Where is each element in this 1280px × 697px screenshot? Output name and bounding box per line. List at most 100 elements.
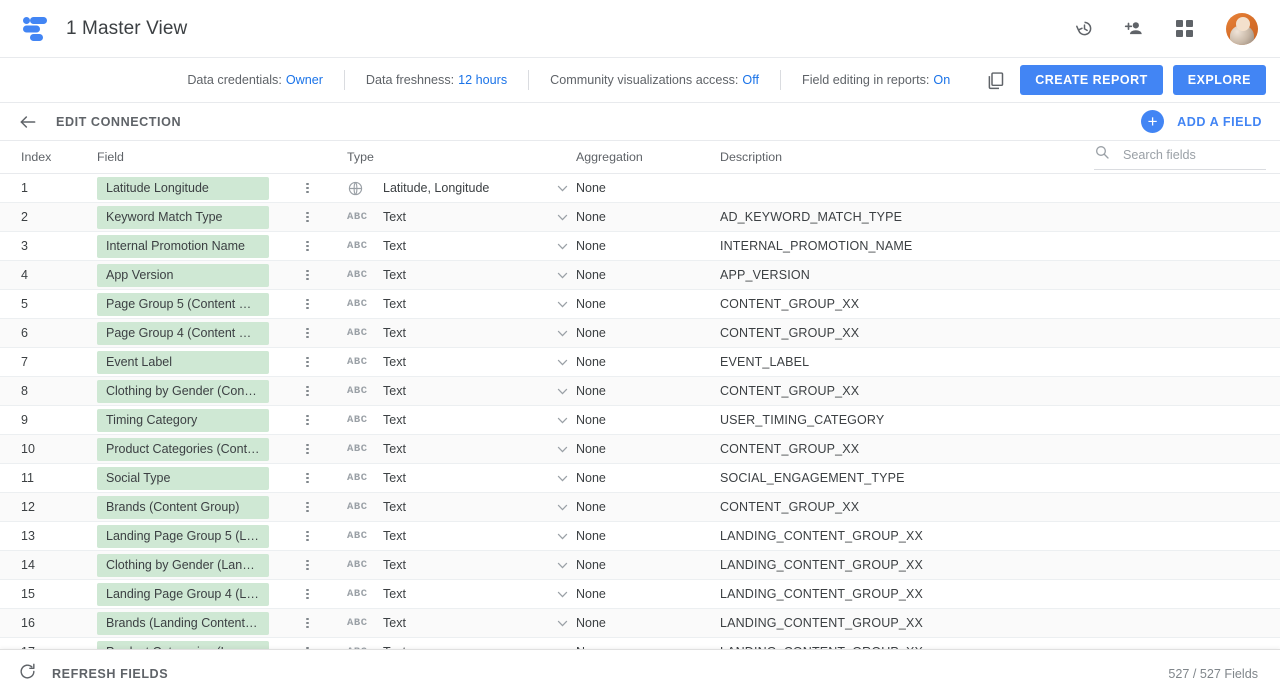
field-name-chip[interactable]: Brands (Content Group) [97, 495, 269, 519]
row-aggregation[interactable]: None [573, 297, 703, 311]
table-row[interactable]: 4 App Version ABC Text None APP_VERSION [0, 261, 1280, 290]
meta-value[interactable]: Owner [286, 73, 323, 87]
row-aggregation[interactable]: None [573, 500, 703, 514]
field-name-chip[interactable]: Latitude Longitude [97, 176, 269, 200]
back-arrow-icon[interactable] [18, 111, 40, 133]
copy-icon[interactable] [985, 70, 1006, 91]
chevron-down-icon[interactable] [551, 359, 573, 366]
meta-value[interactable]: Off [742, 73, 759, 87]
row-menu-icon[interactable] [298, 500, 343, 514]
row-menu-icon[interactable] [298, 384, 343, 398]
chevron-down-icon[interactable] [551, 562, 573, 569]
field-name-chip[interactable]: Keyword Match Type [97, 205, 269, 229]
chevron-down-icon[interactable] [551, 417, 573, 424]
row-menu-icon[interactable] [298, 268, 343, 282]
field-name-chip[interactable]: App Version [97, 263, 269, 287]
add-person-icon[interactable] [1122, 17, 1146, 41]
row-menu-icon[interactable] [298, 587, 343, 601]
chevron-down-icon[interactable] [551, 388, 573, 395]
row-aggregation[interactable]: None [573, 616, 703, 630]
row-menu-icon[interactable] [298, 442, 343, 456]
row-aggregation[interactable]: None [573, 355, 703, 369]
row-menu-icon[interactable] [298, 413, 343, 427]
row-menu-icon[interactable] [298, 239, 343, 253]
fields-table-body[interactable]: 1 Latitude Longitude Latitude, Longitude No… [0, 174, 1280, 649]
row-aggregation[interactable]: None [573, 384, 703, 398]
search-input[interactable] [1121, 146, 1266, 163]
table-row[interactable]: 16 Brands (Landing Content … ABC Text None LA… [0, 609, 1280, 638]
field-name-chip[interactable]: Clothing by Gender (Cont… [97, 379, 269, 403]
user-avatar[interactable] [1226, 12, 1258, 45]
field-name-chip[interactable]: Internal Promotion Name [97, 234, 269, 258]
row-menu-icon[interactable] [298, 181, 343, 195]
row-menu-icon[interactable] [298, 616, 343, 630]
chevron-down-icon[interactable] [551, 504, 573, 511]
row-aggregation[interactable]: None [573, 529, 703, 543]
chevron-down-icon[interactable] [551, 475, 573, 482]
chevron-down-icon[interactable] [551, 533, 573, 540]
field-name-chip[interactable]: Brands (Landing Content … [97, 611, 269, 635]
table-row[interactable]: 10 Product Categories (Cont… ABC Text None CO… [0, 435, 1280, 464]
row-aggregation[interactable]: None [573, 326, 703, 340]
meta-value[interactable]: On [933, 73, 950, 87]
row-aggregation[interactable]: None [573, 587, 703, 601]
field-name-chip[interactable]: Event Label [97, 350, 269, 374]
table-row[interactable]: 14 Clothing by Gender (Landi… ABC Text None L… [0, 551, 1280, 580]
field-name-chip[interactable]: Timing Category [97, 408, 269, 432]
apps-grid-icon[interactable] [1172, 17, 1196, 41]
row-aggregation[interactable]: None [573, 210, 703, 224]
row-aggregation[interactable]: None [573, 558, 703, 572]
table-row[interactable]: 7 Event Label ABC Text None EVENT_LABEL [0, 348, 1280, 377]
row-menu-icon[interactable] [298, 210, 343, 224]
create-report-button[interactable]: CREATE REPORT [1020, 65, 1163, 95]
field-name-chip[interactable]: Landing Page Group 4 (La… [97, 582, 269, 606]
field-name-chip[interactable]: Clothing by Gender (Landi… [97, 553, 269, 577]
search-fields-box[interactable] [1094, 144, 1266, 170]
row-menu-icon[interactable] [298, 297, 343, 311]
row-menu-icon[interactable] [298, 471, 343, 485]
row-menu-icon[interactable] [298, 355, 343, 369]
table-row[interactable]: 3 Internal Promotion Name ABC Text None INTER… [0, 232, 1280, 261]
field-name-chip[interactable]: Landing Page Group 5 (La… [97, 524, 269, 548]
explore-button[interactable]: EXPLORE [1172, 65, 1266, 95]
row-menu-icon[interactable] [298, 529, 343, 543]
table-row[interactable]: 1 Latitude Longitude Latitude, Longitude No… [0, 174, 1280, 203]
row-aggregation[interactable]: None [573, 442, 703, 456]
table-row[interactable]: 17Product Categories (Land…ABCTextNoneLA… [0, 638, 1280, 649]
chevron-down-icon[interactable] [551, 301, 573, 308]
chevron-down-icon[interactable] [551, 591, 573, 598]
field-name-chip[interactable]: Product Categories (Cont… [97, 437, 269, 461]
row-aggregation[interactable]: None [573, 471, 703, 485]
table-row[interactable]: 9 Timing Category ABC Text None USER_TIMING_C… [0, 406, 1280, 435]
row-aggregation[interactable]: None [573, 181, 703, 195]
table-row[interactable]: 11 Social Type ABC Text None SOCIAL_ENGAGEMEN… [0, 464, 1280, 493]
chevron-down-icon[interactable] [551, 272, 573, 279]
table-row[interactable]: 8 Clothing by Gender (Cont… ABC Text None CON… [0, 377, 1280, 406]
refresh-fields-button[interactable]: REFRESH FIELDS [18, 662, 168, 686]
row-aggregation[interactable]: None [573, 239, 703, 253]
table-row[interactable]: 2 Keyword Match Type ABC Text None AD_KEYWORD… [0, 203, 1280, 232]
add-a-field-button[interactable]: + ADD A FIELD [1141, 110, 1262, 133]
table-row[interactable]: 6 Page Group 4 (Content Gr… ABC Text None CON… [0, 319, 1280, 348]
table-row[interactable]: 15 Landing Page Group 4 (La… ABC Text None LA… [0, 580, 1280, 609]
table-row[interactable]: 5 Page Group 5 (Content Gr… ABC Text None CON… [0, 290, 1280, 319]
meta-value[interactable]: 12 hours [458, 73, 507, 87]
table-row[interactable]: 13 Landing Page Group 5 (La… ABC Text None LA… [0, 522, 1280, 551]
chevron-down-icon[interactable] [551, 620, 573, 627]
table-row[interactable]: 12 Brands (Content Group) ABC Text None CONTE… [0, 493, 1280, 522]
edit-connection-button[interactable]: EDIT CONNECTION [56, 115, 181, 129]
row-menu-icon[interactable] [298, 326, 343, 340]
field-name-chip[interactable]: Social Type [97, 466, 269, 490]
version-history-icon[interactable] [1072, 17, 1096, 41]
chevron-down-icon[interactable] [551, 330, 573, 337]
field-name-chip[interactable]: Page Group 5 (Content Gr… [97, 292, 269, 316]
chevron-down-icon[interactable] [551, 185, 573, 192]
field-name-chip[interactable]: Page Group 4 (Content Gr… [97, 321, 269, 345]
chevron-down-icon[interactable] [551, 446, 573, 453]
row-aggregation[interactable]: None [573, 413, 703, 427]
field-name-chip[interactable]: Product Categories (Land… [97, 640, 269, 649]
chevron-down-icon[interactable] [551, 214, 573, 221]
row-aggregation[interactable]: None [573, 268, 703, 282]
row-menu-icon[interactable] [298, 558, 343, 572]
chevron-down-icon[interactable] [551, 243, 573, 250]
